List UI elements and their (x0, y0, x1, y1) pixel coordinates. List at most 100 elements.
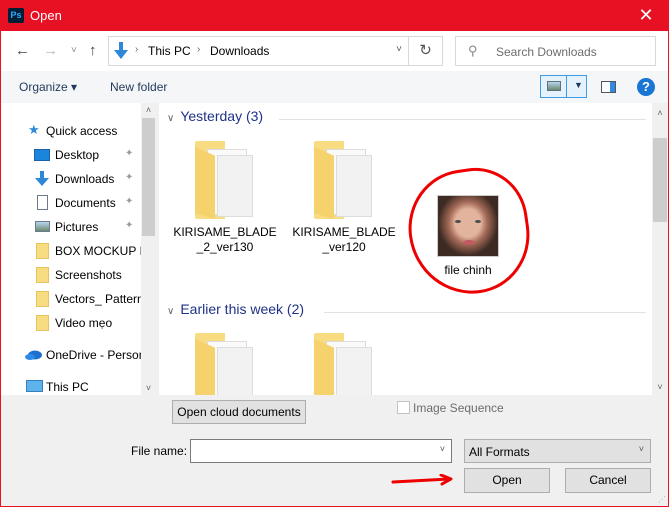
sidebar-item-desktop[interactable]: Desktop ✦ (1, 144, 141, 166)
collapse-chevron-icon[interactable]: ∨ (167, 306, 174, 317)
group-title: Yesterday (3) (180, 108, 264, 124)
search-placeholder: Search Downloads (496, 45, 597, 59)
navigation-bar: ← → ˅ ↑ › This PC › Downloads ˅ ↻ ⚲ Sear… (1, 31, 668, 71)
pin-icon[interactable]: ✦ (125, 196, 133, 207)
command-bar: Organize ▾ New folder ▼ ? (1, 71, 668, 103)
cancel-button[interactable]: Cancel (565, 468, 651, 493)
group-divider (324, 312, 646, 313)
folder-icon (195, 141, 255, 219)
sidebar-item-this-pc[interactable]: This PC (1, 376, 141, 395)
file-name-dropdown-icon[interactable]: ˅ (440, 444, 445, 454)
folder-icon (314, 333, 374, 395)
file-item[interactable] (170, 333, 280, 395)
scroll-up-arrow-icon[interactable]: ˄ (652, 108, 668, 118)
open-button[interactable]: Open (464, 468, 550, 493)
sidebar-item-downloads[interactable]: Downloads ✦ (1, 168, 141, 190)
file-type-dropdown-icon[interactable]: ˅ (639, 444, 644, 454)
resize-grip-icon[interactable]: ⋰ (658, 495, 666, 504)
checkbox-label: Image Sequence (413, 401, 504, 415)
help-icon[interactable]: ? (637, 78, 655, 96)
pin-icon[interactable]: ✦ (125, 148, 133, 159)
breadcrumb-this-pc[interactable]: This PC (148, 44, 191, 58)
folder-icon (36, 243, 49, 259)
forward-arrow-icon[interactable]: → (43, 42, 58, 59)
file-name-input[interactable]: ˅ (190, 439, 452, 463)
sidebar-item-label: Desktop (55, 148, 100, 162)
sidebar-item-label: OneDrive - Person (46, 348, 141, 362)
scroll-up-arrow-icon[interactable]: ˄ (141, 105, 156, 115)
file-item[interactable]: KIRISAME_BLADE_ver120 (289, 141, 399, 255)
organize-menu[interactable]: Organize ▾ (19, 80, 77, 94)
file-type-select[interactable]: All Formats ˅ (464, 439, 651, 463)
address-bar[interactable]: › This PC › Downloads ˅ (108, 36, 443, 66)
breadcrumb-downloads[interactable]: Downloads (210, 44, 269, 58)
star-icon: ★ (28, 122, 40, 137)
download-icon (35, 171, 49, 186)
onedrive-icon (25, 350, 42, 360)
group-header-yesterday[interactable]: ∨ Yesterday (3) (167, 108, 263, 124)
close-button[interactable]: ✕ (623, 0, 669, 31)
scroll-down-arrow-icon[interactable]: ˅ (141, 383, 156, 393)
change-view-button[interactable]: ▼ (540, 75, 587, 98)
open-cloud-documents-button[interactable]: Open cloud documents (172, 400, 306, 424)
window-title: Open (30, 8, 62, 23)
sidebar-item-label: Pictures (55, 220, 99, 234)
folder-icon (36, 315, 49, 331)
sidebar-item-pictures[interactable]: Pictures ✦ (1, 216, 141, 238)
scroll-down-arrow-icon[interactable]: ˅ (652, 382, 668, 392)
sidebar-item-quick-access[interactable]: ★ Quick access (1, 120, 141, 142)
file-item[interactable] (289, 333, 399, 395)
image-sequence-checkbox[interactable]: Image Sequence (397, 401, 504, 415)
recent-locations-chevron-icon[interactable]: ˅ (71, 45, 77, 56)
pc-icon (26, 380, 43, 392)
title-bar: Ps Open ✕ (0, 0, 669, 31)
red-circle-annotation (400, 161, 538, 302)
folder-icon (195, 333, 255, 395)
scrollbar-thumb[interactable] (653, 138, 667, 222)
back-arrow-icon[interactable]: ← (15, 42, 30, 59)
sidebar-item-label: This PC (46, 380, 89, 394)
file-name: KIRISAME_BLADE_ver120 (292, 225, 396, 254)
scrollbar-thumb[interactable] (142, 118, 155, 236)
view-options-caret-icon[interactable]: ▼ (574, 80, 583, 90)
breadcrumb-separator: › (135, 44, 139, 55)
file-list-scrollbar[interactable]: ˄ ˅ (652, 103, 668, 395)
pin-icon[interactable]: ✦ (125, 220, 133, 231)
sidebar-item-video-meo[interactable]: Video mẹo (1, 312, 141, 334)
pin-icon[interactable]: ✦ (125, 172, 133, 183)
pictures-icon (35, 221, 50, 232)
preview-pane-icon[interactable] (601, 81, 616, 93)
split-divider (566, 76, 567, 97)
breadcrumb-separator: › (197, 44, 201, 55)
navigation-pane: ★ Quick access Desktop ✦ Downloads ✦ Doc… (1, 103, 156, 395)
group-header-earlier-this-week[interactable]: ∨ Earlier this week (2) (167, 301, 304, 317)
sidebar-item-label: Video mẹo (55, 316, 113, 330)
folder-icon (36, 291, 49, 307)
search-box[interactable]: ⚲ Search Downloads (455, 36, 656, 66)
open-dialog: ← → ˅ ↑ › This PC › Downloads ˅ ↻ ⚲ Sear… (1, 31, 668, 506)
checkbox[interactable] (397, 401, 410, 414)
downloads-location-icon (114, 42, 128, 59)
sidebar-item-screenshots[interactable]: Screenshots (1, 264, 141, 286)
sidebar-item-documents[interactable]: Documents ✦ (1, 192, 141, 214)
large-icons-view-icon (547, 81, 561, 91)
sidebar-item-label: Screenshots (55, 268, 122, 282)
up-arrow-icon[interactable]: ↑ (89, 42, 97, 59)
new-folder-button[interactable]: New folder (110, 80, 167, 94)
sidebar-item-label: Documents (55, 196, 116, 210)
photoshop-app-icon: Ps (8, 8, 24, 23)
group-divider (279, 119, 646, 120)
sidebar-scrollbar[interactable]: ˄ ˅ (141, 103, 156, 395)
file-item[interactable]: KIRISAME_BLADE_2_ver130 (170, 141, 280, 255)
desktop-icon (34, 149, 50, 161)
collapse-chevron-icon[interactable]: ∨ (167, 113, 174, 124)
sidebar-item-onedrive[interactable]: OneDrive - Person (1, 344, 141, 366)
refresh-button[interactable]: ↻ (408, 36, 443, 66)
group-title: Earlier this week (2) (180, 301, 305, 317)
sidebar-item-box-mockup[interactable]: BOX MOCKUP IN (1, 240, 141, 262)
address-dropdown-icon[interactable]: ˅ (396, 44, 402, 55)
search-icon: ⚲ (468, 43, 478, 58)
sidebar-item-vectors-pattern[interactable]: Vectors_ Pattern (1, 288, 141, 310)
folder-icon (314, 141, 374, 219)
sidebar-item-label: Vectors_ Pattern (55, 292, 141, 306)
